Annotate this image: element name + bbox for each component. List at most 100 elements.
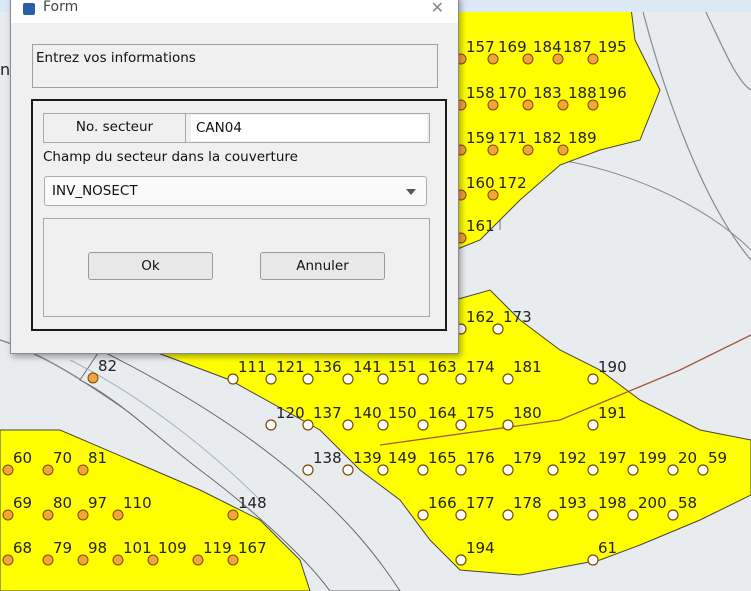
plot-label: 177 xyxy=(466,494,495,512)
plot-label: 148 xyxy=(238,494,267,512)
plot-point[interactable] xyxy=(302,464,314,476)
plot-label: 159 xyxy=(466,129,495,147)
button-panel: Ok Annuler xyxy=(43,218,430,317)
plot-point[interactable] xyxy=(455,509,467,521)
plot-point[interactable] xyxy=(522,144,534,156)
plot-label: 141 xyxy=(353,358,382,376)
plot-point[interactable] xyxy=(302,419,314,431)
plot-label: 97 xyxy=(88,494,107,512)
plot-point[interactable] xyxy=(587,99,599,111)
plot-point[interactable] xyxy=(112,554,124,566)
plot-point[interactable] xyxy=(455,554,467,566)
plot-label: 120 xyxy=(276,404,305,422)
plot-point[interactable] xyxy=(547,464,559,476)
plot-point[interactable] xyxy=(502,419,514,431)
plot-point[interactable] xyxy=(522,99,534,111)
plot-label: 199 xyxy=(638,449,667,467)
plot-point[interactable] xyxy=(697,464,709,476)
plot-point[interactable] xyxy=(587,554,599,566)
field-combobox-value: INV_NOSECT xyxy=(52,183,138,199)
plot-point[interactable] xyxy=(627,464,639,476)
plot-point[interactable] xyxy=(302,373,314,385)
close-icon[interactable]: ✕ xyxy=(431,0,444,17)
plot-label: 111 xyxy=(238,358,267,376)
plot-point[interactable] xyxy=(557,144,569,156)
plot-label: 101 xyxy=(123,539,152,557)
plot-point[interactable] xyxy=(77,464,89,476)
plot-label: 164 xyxy=(428,404,457,422)
plot-point[interactable] xyxy=(77,554,89,566)
plot-point[interactable] xyxy=(557,99,569,111)
plot-label: 183 xyxy=(533,84,562,102)
plot-point[interactable] xyxy=(587,373,599,385)
plot-point[interactable] xyxy=(87,372,99,384)
plot-point[interactable] xyxy=(417,509,429,521)
plot-point[interactable] xyxy=(42,464,54,476)
plot-point[interactable] xyxy=(455,419,467,431)
plot-point[interactable] xyxy=(547,509,559,521)
plot-point[interactable] xyxy=(42,554,54,566)
field-combobox[interactable]: INV_NOSECT xyxy=(44,176,427,206)
plot-point[interactable] xyxy=(487,144,499,156)
plot-point[interactable] xyxy=(502,373,514,385)
plot-point[interactable] xyxy=(455,373,467,385)
plot-point[interactable] xyxy=(342,419,354,431)
sector-label: No. secteur xyxy=(44,114,186,142)
plot-label: 61 xyxy=(598,539,617,557)
plot-point[interactable] xyxy=(487,99,499,111)
plot-point[interactable] xyxy=(265,419,277,431)
plot-point[interactable] xyxy=(487,53,499,65)
plot-point[interactable] xyxy=(342,373,354,385)
plot-point[interactable] xyxy=(667,464,679,476)
plot-point[interactable] xyxy=(377,464,389,476)
plot-point[interactable] xyxy=(522,53,534,65)
plot-label: 189 xyxy=(568,129,597,147)
plot-label: 187 xyxy=(563,38,592,56)
plot-point[interactable] xyxy=(265,373,277,385)
plot-point[interactable] xyxy=(487,189,499,201)
plot-point[interactable] xyxy=(552,53,564,65)
plot-point[interactable] xyxy=(502,464,514,476)
plot-point[interactable] xyxy=(112,509,124,521)
plot-point[interactable] xyxy=(192,554,204,566)
plot-point[interactable] xyxy=(417,464,429,476)
sector-input[interactable] xyxy=(191,115,427,141)
plot-label: 173 xyxy=(503,308,532,326)
sector-row: No. secteur xyxy=(43,113,430,143)
ok-button[interactable]: Ok xyxy=(88,252,213,280)
plot-point[interactable] xyxy=(417,373,429,385)
plot-label: 60 xyxy=(13,449,32,467)
plot-point[interactable] xyxy=(42,509,54,521)
plot-point[interactable] xyxy=(77,509,89,521)
plot-point[interactable] xyxy=(377,419,389,431)
plot-point[interactable] xyxy=(227,509,239,521)
plot-point[interactable] xyxy=(342,464,354,476)
plot-point[interactable] xyxy=(417,419,429,431)
plot-point[interactable] xyxy=(587,509,599,521)
plot-point[interactable] xyxy=(587,464,599,476)
plot-label: 166 xyxy=(428,494,457,512)
cancel-button[interactable]: Annuler xyxy=(260,252,385,280)
field-label: Champ du secteur dans la couverture xyxy=(43,149,298,165)
plot-point[interactable] xyxy=(2,554,14,566)
plot-point[interactable] xyxy=(492,323,504,335)
plot-point[interactable] xyxy=(147,554,159,566)
dialog-titlebar[interactable]: Form ✕ xyxy=(11,0,458,23)
plot-point[interactable] xyxy=(587,419,599,431)
plot-point[interactable] xyxy=(627,509,639,521)
plot-point[interactable] xyxy=(2,464,14,476)
plot-point[interactable] xyxy=(377,373,389,385)
plot-point[interactable] xyxy=(2,509,14,521)
plot-label: 157 xyxy=(466,38,495,56)
plot-label: 179 xyxy=(513,449,542,467)
chevron-down-icon[interactable] xyxy=(406,189,416,195)
plot-label: 178 xyxy=(513,494,542,512)
plot-point[interactable] xyxy=(587,53,599,65)
form-group: No. secteur Champ du secteur dans la cou… xyxy=(31,99,447,331)
plot-point[interactable] xyxy=(667,509,679,521)
plot-point[interactable] xyxy=(502,509,514,521)
plot-label: 174 xyxy=(466,358,495,376)
plot-point[interactable] xyxy=(227,554,239,566)
plot-point[interactable] xyxy=(455,464,467,476)
plot-point[interactable] xyxy=(227,373,239,385)
